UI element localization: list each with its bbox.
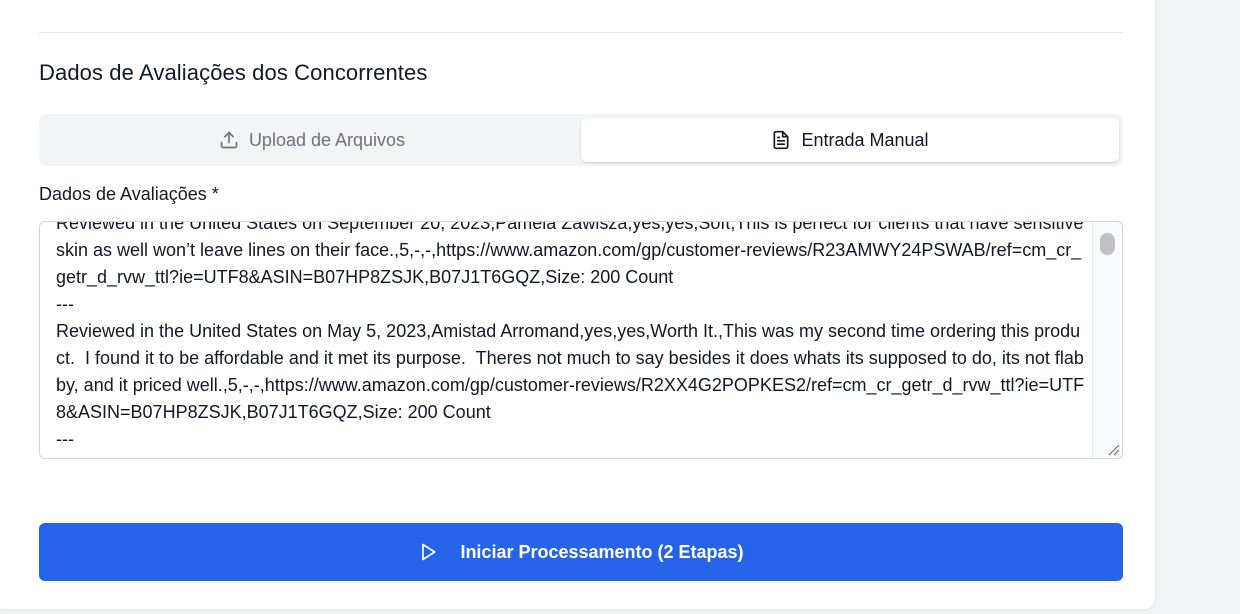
section-title: Dados de Avaliações dos Concorrentes	[39, 60, 428, 85]
reviews-textarea-content[interactable]: Reviewed in the United States on Septemb…	[56, 222, 1086, 458]
tab-upload-files[interactable]: Upload de Arquivos	[43, 118, 581, 162]
textarea-scrollbar[interactable]	[1092, 222, 1122, 458]
file-text-icon	[771, 130, 791, 150]
start-processing-label: Iniciar Processamento (2 Etapas)	[460, 541, 744, 562]
section-divider	[39, 32, 1123, 33]
start-processing-button[interactable]: Iniciar Processamento (2 Etapas)	[39, 523, 1123, 581]
upload-icon	[219, 130, 239, 150]
play-icon	[418, 542, 438, 562]
resize-handle-icon[interactable]	[1106, 442, 1120, 456]
scrollbar-thumb[interactable]	[1100, 233, 1115, 255]
tab-manual-entry-label: Entrada Manual	[801, 129, 929, 150]
input-mode-tabs: Upload de Arquivos Entrada Manual	[39, 114, 1123, 166]
reviews-field-label: Dados de Avaliações *	[39, 184, 219, 204]
tab-upload-files-label: Upload de Arquivos	[248, 129, 406, 150]
tab-manual-entry[interactable]: Entrada Manual	[581, 118, 1119, 162]
reviews-textarea[interactable]: Reviewed in the United States on Septemb…	[39, 221, 1123, 459]
